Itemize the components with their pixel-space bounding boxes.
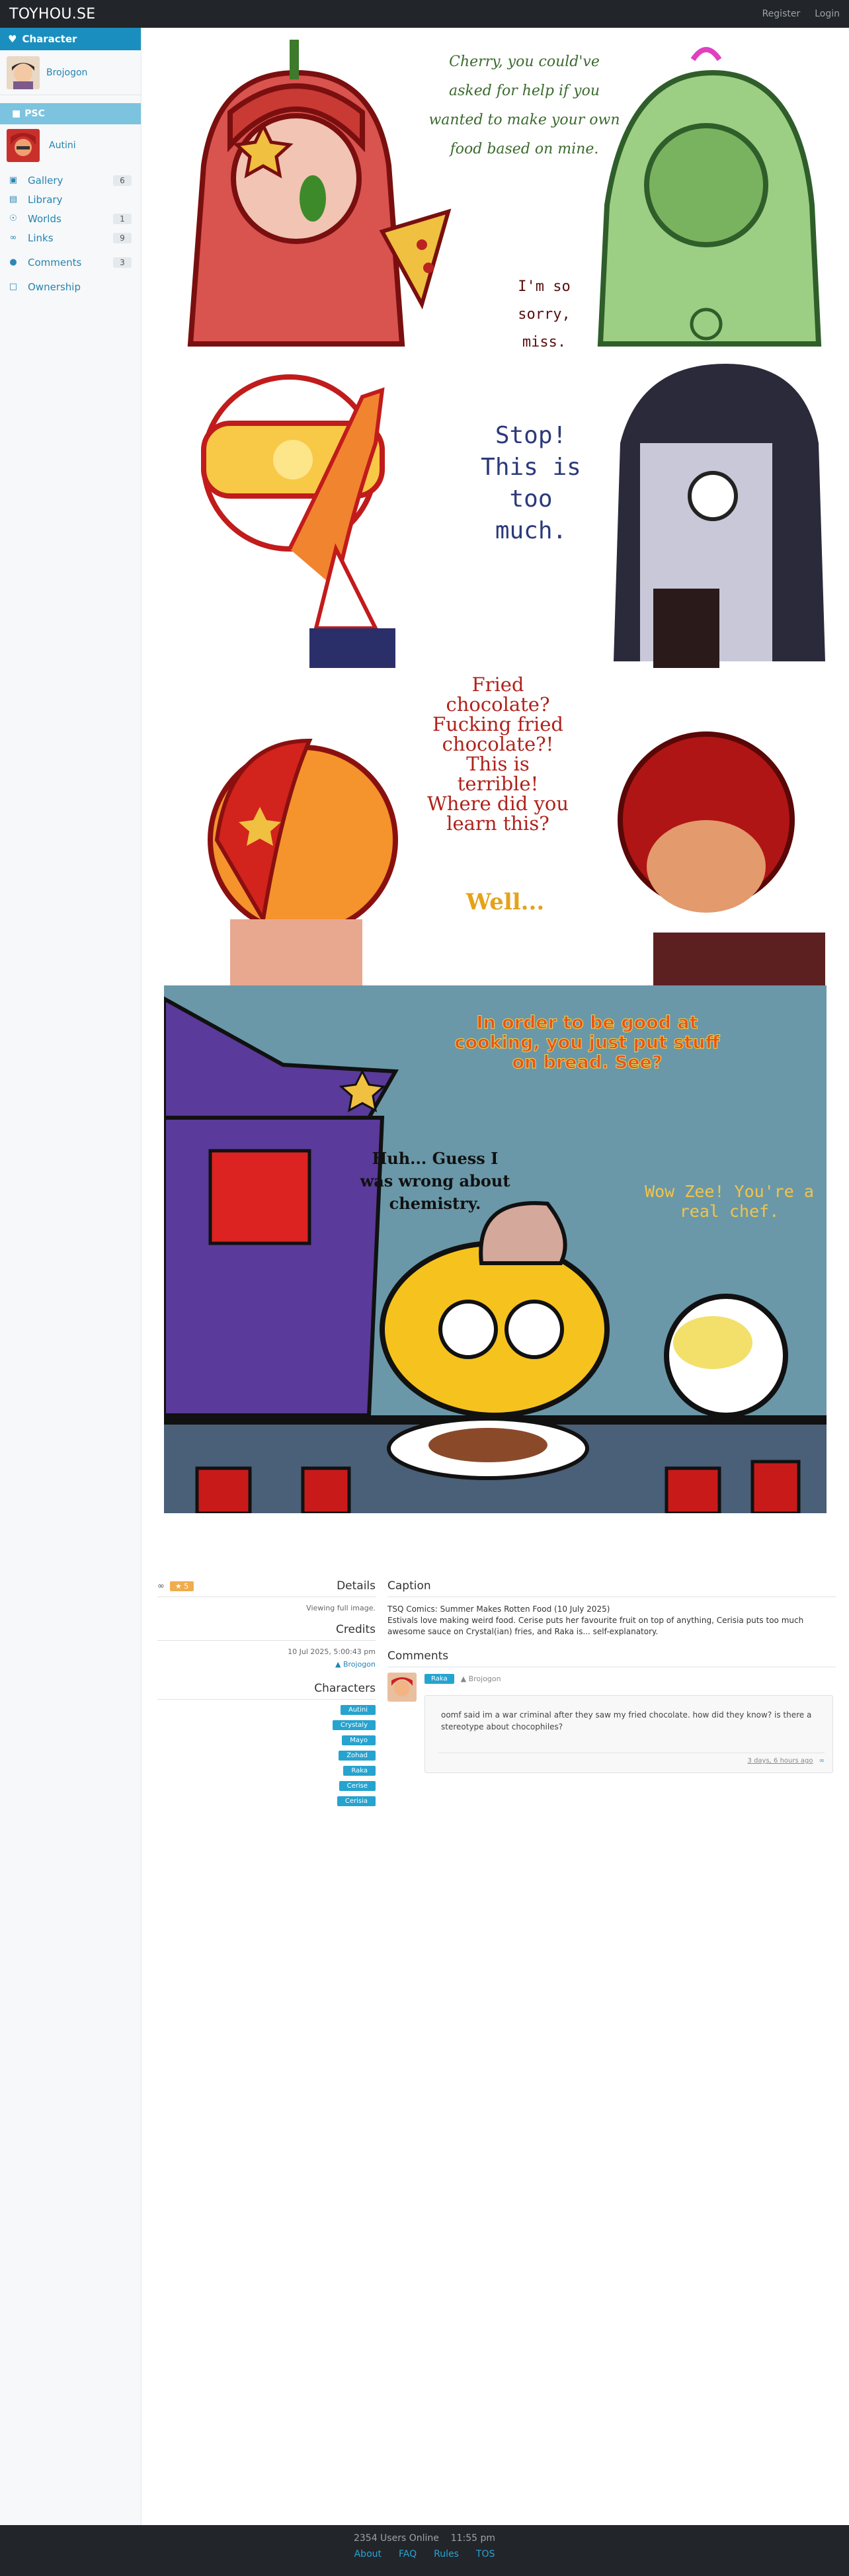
favorite-button[interactable]: ★ 5 <box>169 1581 194 1591</box>
image-icon: ▣ <box>9 175 18 185</box>
character-tag[interactable]: Cerise <box>339 1781 376 1791</box>
sidebar-item-library[interactable]: ▤ Library <box>0 190 141 209</box>
sidebar: ♥ Character Brojogon ■ PSC Autini ▣ Gall… <box>0 28 142 2525</box>
sidebar-item-worlds[interactable]: ☉ Worlds 1 <box>0 209 141 228</box>
link-icon: ∞ <box>9 233 17 243</box>
viewing-text: Viewing full image. <box>306 1604 376 1612</box>
owner-avatar[interactable] <box>7 56 40 89</box>
commenter-avatar[interactable] <box>387 1673 417 1702</box>
comment-footer: 3 days, 6 hours ago ∞ <box>438 1753 825 1765</box>
users-online: 2354 Users Online <box>353 2533 439 2544</box>
site-logo[interactable]: TOYHOU.SE <box>9 6 96 22</box>
svg-text:I'm sosorry,miss.: I'm so sorry, miss. <box>518 278 570 351</box>
link-icon[interactable]: ∞ <box>157 1581 165 1591</box>
count-badge: 6 <box>113 175 132 186</box>
character-tag[interactable]: Raka <box>343 1766 376 1776</box>
character-row[interactable]: Autini <box>0 124 141 167</box>
login-link[interactable]: Login <box>815 9 840 19</box>
folder-label[interactable]: ■ PSC <box>0 103 141 124</box>
comic-panel-2: Stop! This is too much. <box>164 351 827 668</box>
details-header: ∞ ★ 5 Details <box>157 1579 376 1597</box>
folder-name: PSC <box>24 108 45 119</box>
caption-title: Caption <box>387 1579 836 1597</box>
svg-text:Friedchocolate?Fucking friedch: Fried chocolate? Fucking fried chocolate?! T… <box>427 673 569 835</box>
footer-links: About FAQ Rules TOS <box>0 2549 849 2559</box>
commenter-owner-name: Brojogon <box>468 1675 501 1683</box>
register-link[interactable]: Register <box>762 9 801 19</box>
caption-line-2: Estivals love making weird food. Cerise … <box>387 1616 804 1636</box>
sidebar-item-label: Worlds <box>28 212 61 225</box>
comment-time[interactable]: 3 days, 6 hours ago <box>748 1757 813 1765</box>
caption-line-1: TSQ Comics: Summer Makes Rotten Food (10… <box>387 1604 610 1614</box>
comment-body: oomf said im a war criminal after they s… <box>425 1695 833 1773</box>
character-tag[interactable]: Cerisia <box>337 1796 376 1806</box>
book-icon: ▤ <box>9 194 18 204</box>
credit-user[interactable]: ▲ Brojogon <box>157 1660 376 1669</box>
sidebar-item-label: Ownership <box>28 280 81 293</box>
upload-date: 10 Jul 2025, 5:00:43 pm <box>288 1647 376 1656</box>
globe-icon: ☉ <box>9 214 17 224</box>
comic-panel-1: Cherry, you could've asked for help if yo… <box>164 33 827 351</box>
sidebar-item-label: Comments <box>28 256 82 269</box>
comic-image[interactable]: Cherry, you could've asked for help if yo… <box>164 33 827 1513</box>
credits-title: Credits <box>157 1623 376 1641</box>
top-bar: TOYHOU.SE Register Login <box>0 0 849 28</box>
comic-panel-4: In order to be good at cooking, you just … <box>164 985 827 1513</box>
sidebar-item-links[interactable]: ∞ Links 9 <box>0 228 141 247</box>
heart-icon: ♥ <box>8 33 17 45</box>
character-tags: Autini Crystaly Mayo Zohad Raka Cerise C… <box>157 1700 376 1806</box>
characters-title: Characters <box>157 1682 376 1700</box>
count-badge: 1 <box>113 213 132 224</box>
commenter-owner[interactable]: ▲ Brojogon <box>461 1675 501 1683</box>
caption-text: TSQ Comics: Summer Makes Rotten Food (10… <box>387 1604 836 1638</box>
sidebar-item-gallery[interactable]: ▣ Gallery 6 <box>0 171 141 190</box>
comment: Raka ▲ Brojogon oomf said im a war crimi… <box>387 1667 836 1826</box>
sidebar-header: ♥ Character <box>0 28 141 50</box>
sidebar-item-comments[interactable]: ● Comments 3 <box>0 253 141 272</box>
comic-panel-3: Fried chocolate? Fucking fried chocolate?! T… <box>164 668 827 985</box>
count-badge: 9 <box>113 232 132 243</box>
character-tag[interactable]: Autini <box>341 1705 376 1715</box>
footer: 2354 Users Online 11:55 pm About FAQ Rul… <box>0 2525 849 2576</box>
caption-column: Caption TSQ Comics: Summer Makes Rotten … <box>387 1579 836 1826</box>
ownership-icon: □ <box>9 282 18 292</box>
permalink-icon[interactable]: ∞ <box>819 1757 825 1765</box>
comment-text: oomf said im a war criminal after they s… <box>441 1710 812 1731</box>
credit-user-name: Brojogon <box>343 1660 376 1669</box>
footer-link-tos[interactable]: TOS <box>476 2549 495 2559</box>
sidebar-item-ownership[interactable]: □ Ownership <box>0 277 141 296</box>
sidebar-header-label: Character <box>22 33 77 45</box>
character-tag[interactable]: Mayo <box>342 1735 376 1745</box>
count-badge: 3 <box>113 257 132 268</box>
sidebar-item-label: Gallery <box>28 174 63 187</box>
favorite-count: 5 <box>184 1581 189 1591</box>
comments-title: Comments <box>387 1649 836 1667</box>
comment-icon: ● <box>9 257 17 267</box>
character-tag[interactable]: Crystaly <box>333 1720 376 1730</box>
sidebar-item-label: Library <box>28 193 63 206</box>
commenter-tag[interactable]: Raka <box>425 1674 454 1684</box>
owner-name[interactable]: Brojogon <box>46 67 87 78</box>
comment-meta: Raka ▲ Brojogon <box>425 1674 501 1684</box>
character-name[interactable]: Autini <box>49 140 76 151</box>
top-nav: Register Login <box>762 9 840 19</box>
owner-row[interactable]: Brojogon <box>0 50 141 95</box>
server-time: 11:55 pm <box>450 2533 496 2544</box>
svg-text:Well...: Well... <box>465 889 544 915</box>
character-tag[interactable]: Zohad <box>339 1751 376 1761</box>
footer-link-about[interactable]: About <box>354 2549 382 2559</box>
character-avatar[interactable] <box>7 129 40 162</box>
footer-link-faq[interactable]: FAQ <box>399 2549 417 2559</box>
folder-icon: ■ <box>12 108 21 119</box>
details-title: Details <box>337 1579 376 1593</box>
details-column: ∞ ★ 5 Details Viewing full image. Credit… <box>157 1579 376 1806</box>
sidebar-item-label: Links <box>28 231 54 244</box>
footer-link-rules[interactable]: Rules <box>434 2549 459 2559</box>
